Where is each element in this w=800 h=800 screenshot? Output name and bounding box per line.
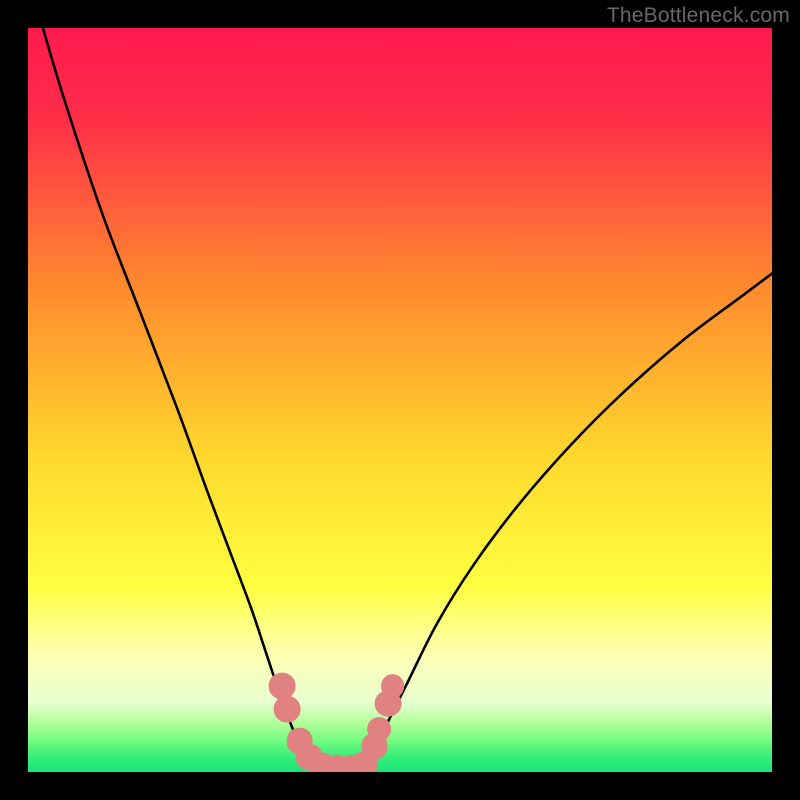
left-curve bbox=[43, 28, 315, 771]
plot-area bbox=[28, 28, 772, 772]
curve-layer bbox=[28, 28, 772, 772]
data-marker bbox=[367, 717, 391, 741]
data-marker bbox=[381, 675, 405, 699]
chart-frame: TheBottleneck.com bbox=[0, 0, 800, 800]
data-marker bbox=[274, 695, 301, 722]
watermark-text: TheBottleneck.com bbox=[607, 4, 790, 28]
right-curve bbox=[363, 274, 772, 771]
